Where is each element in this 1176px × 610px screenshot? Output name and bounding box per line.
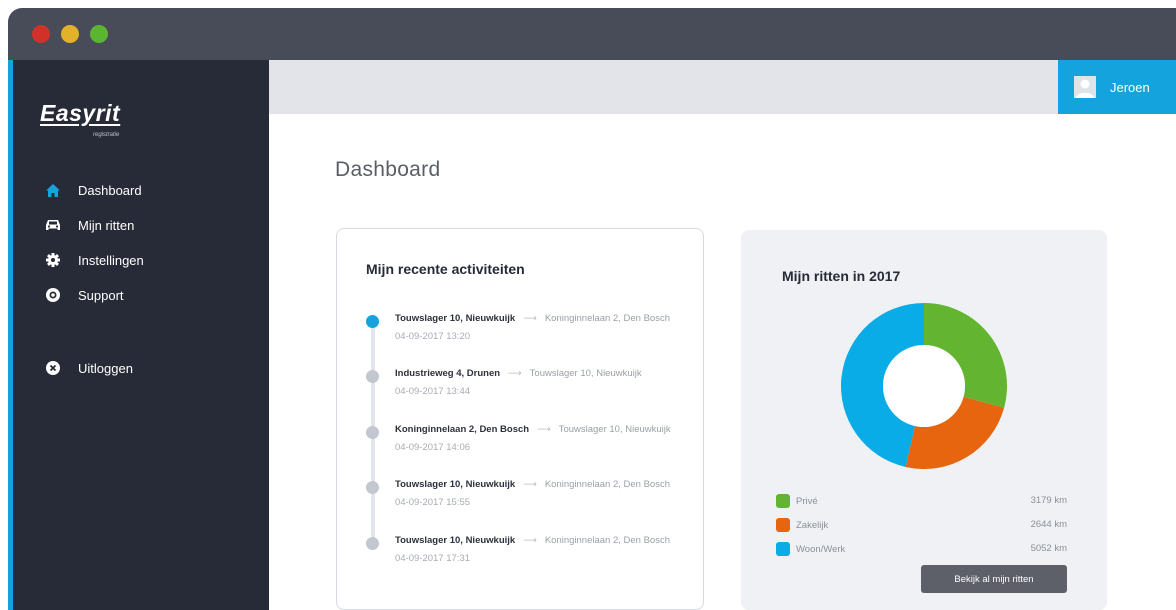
timeline-dot <box>366 537 379 550</box>
arrow-right-icon: ⟶ <box>523 535 537 546</box>
legend-item-prive: Privé 3179 km <box>776 493 1067 509</box>
sidebar-item-label: Instellingen <box>78 252 144 268</box>
page-title: Dashboard <box>335 158 441 181</box>
activity-time: 04-09-2017 15:55 <box>395 497 471 508</box>
timeline-dot <box>366 370 379 383</box>
activity-item[interactable]: Koninginnelaan 2, Den Bosch ⟶ Touwslager 1… <box>366 423 696 463</box>
activity-time: 04-09-2017 13:20 <box>395 331 471 342</box>
avatar-icon <box>1074 76 1096 98</box>
app-logo[interactable]: Easyrit <box>40 100 120 127</box>
legend-value: 2644 km <box>1030 519 1067 530</box>
timeline-dot <box>366 481 379 494</box>
sidebar-item-label: Mijn ritten <box>78 217 135 233</box>
view-all-rides-button[interactable]: Bekijk al mijn ritten <box>921 565 1067 593</box>
legend-label: Privé <box>796 495 818 507</box>
gear-icon <box>44 251 62 269</box>
rides-donut-chart <box>841 303 1007 469</box>
arrow-right-icon: ⟶ <box>523 479 537 490</box>
maximize-window-button[interactable] <box>90 25 108 43</box>
activity-item[interactable]: Touwslager 10, Nieuwkuijk ⟶ Koninginnelaan… <box>366 312 696 352</box>
top-bar: Jeroen <box>269 60 1176 114</box>
sidebar-item-dashboard[interactable]: Dashboard <box>44 178 244 202</box>
user-name: Jeroen <box>1110 79 1150 95</box>
sidebar-item-label: Support <box>78 287 124 303</box>
arrow-right-icon: ⟶ <box>508 368 522 379</box>
activity-from: Touwslager 10, Nieuwkuijk <box>395 535 516 546</box>
user-menu[interactable]: Jeroen <box>1058 60 1176 114</box>
legend-item-woon-werk: Woon/Werk 5052 km <box>776 541 1067 557</box>
car-icon <box>44 216 62 234</box>
legend-swatch <box>776 542 790 556</box>
logout-icon <box>44 359 62 377</box>
legend-label: Woon/Werk <box>796 543 846 555</box>
arrow-right-icon: ⟶ <box>523 313 537 324</box>
activity-route: Touwslager 10, Nieuwkuijk ⟶ Koninginnelaan… <box>395 535 670 546</box>
activity-route: Touwslager 10, Nieuwkuijk ⟶ Koninginnelaan… <box>395 313 670 324</box>
activity-route: Touwslager 10, Nieuwkuijk ⟶ Koninginnelaan… <box>395 479 670 490</box>
sidebar-item-instellingen[interactable]: Instellingen <box>44 248 244 272</box>
legend-item-zakelijk: Zakelijk 2644 km <box>776 517 1067 533</box>
activity-item[interactable]: Touwslager 10, Nieuwkuijk ⟶ Koninginnelaan… <box>366 478 696 518</box>
sidebar-item-uitloggen[interactable]: Uitloggen <box>44 356 244 380</box>
close-window-button[interactable] <box>32 25 50 43</box>
activity-to: Koninginnelaan 2, Den Bosch <box>544 535 671 546</box>
legend-swatch <box>776 518 790 532</box>
support-icon <box>44 286 62 304</box>
timeline-dot <box>366 315 379 328</box>
minimize-window-button[interactable] <box>61 25 79 43</box>
sidebar: Easyrit registratie Dashboard Mijn ritte… <box>8 60 269 610</box>
window-titlebar <box>8 8 1176 60</box>
activity-time: 04-09-2017 17:31 <box>395 553 471 564</box>
recent-activity-title: Mijn recente activiteiten <box>366 261 525 277</box>
activity-route: Industrieweg 4, Drunen ⟶ Touwslager 10, Ni… <box>395 368 642 379</box>
sidebar-item-label: Uitloggen <box>78 360 133 376</box>
sidebar-item-label: Dashboard <box>78 182 142 198</box>
activity-to: Touwslager 10, Nieuwkuijk <box>558 424 671 435</box>
activity-item[interactable]: Industrieweg 4, Drunen ⟶ Touwslager 10, Ni… <box>366 367 696 407</box>
activity-item[interactable]: Touwslager 10, Nieuwkuijk ⟶ Koninginnelaan… <box>366 534 696 574</box>
activity-time: 04-09-2017 13:44 <box>395 386 471 397</box>
activity-from: Touwslager 10, Nieuwkuijk <box>395 479 516 490</box>
activity-from: Industrieweg 4, Drunen <box>395 368 501 379</box>
timeline-dot <box>366 426 379 439</box>
activity-to: Koninginnelaan 2, Den Bosch <box>544 479 671 490</box>
legend-label: Zakelijk <box>796 519 829 531</box>
activity-from: Koninginnelaan 2, Den Bosch <box>395 424 530 435</box>
activity-from: Touwslager 10, Nieuwkuijk <box>395 313 516 324</box>
legend-swatch <box>776 494 790 508</box>
sidebar-item-mijn-ritten[interactable]: Mijn ritten <box>44 213 244 237</box>
sidebar-item-support[interactable]: Support <box>44 283 244 307</box>
recent-activity-card: Mijn recente activiteiten Touwslager 10,… <box>336 228 704 610</box>
home-icon <box>44 181 62 199</box>
activity-to: Koninginnelaan 2, Den Bosch <box>544 313 671 324</box>
app-logo-subtitle: registratie <box>93 132 120 138</box>
legend-value: 5052 km <box>1030 543 1067 554</box>
arrow-right-icon: ⟶ <box>537 424 551 435</box>
activity-to: Touwslager 10, Nieuwkuijk <box>529 368 642 379</box>
donut-hole <box>883 345 965 427</box>
sidebar-accent-bar <box>8 60 13 610</box>
chart-title: Mijn ritten in 2017 <box>782 268 901 284</box>
rides-chart-card: Mijn ritten in 2017 Privé 3179 km Zakeli… <box>741 230 1107 610</box>
activity-route: Koninginnelaan 2, Den Bosch ⟶ Touwslager 1… <box>395 424 671 435</box>
activity-time: 04-09-2017 14:06 <box>395 442 471 453</box>
legend-value: 3179 km <box>1030 495 1067 506</box>
